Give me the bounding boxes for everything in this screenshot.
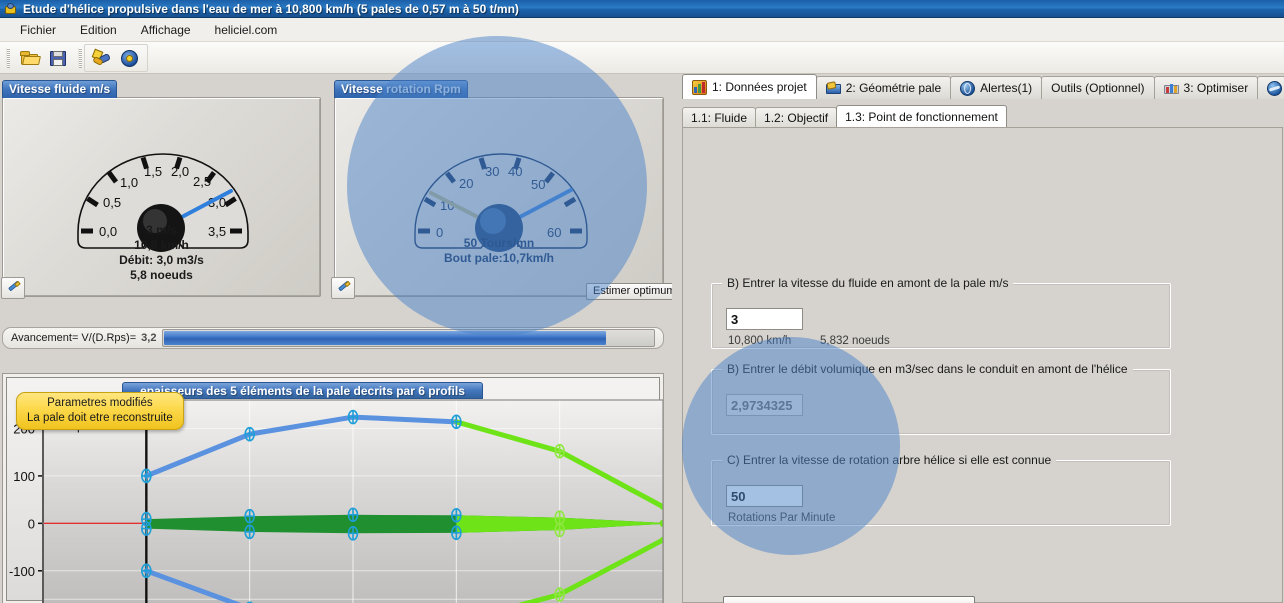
svg-text:1,0: 1,0 — [120, 175, 138, 190]
menu-item-heliciel-com[interactable]: heliciel.com — [203, 21, 290, 39]
title-bar: Etude d'hélice propulsive dans l'eau de … — [0, 0, 1284, 18]
right-panel: 1: Données projet 2: Géométrie pale Aler… — [672, 74, 1284, 603]
svg-text:40: 40 — [508, 164, 522, 179]
tab-outils[interactable]: Outils (Optionnel) — [1041, 76, 1155, 99]
svg-text:0,5: 0,5 — [103, 195, 121, 210]
subtab-objectif[interactable]: 1.2: Objectif — [755, 107, 838, 127]
folder-open-icon[interactable] — [17, 46, 43, 70]
advance-value: 3,2 — [141, 332, 157, 344]
fluid-speed-kmh-note: 10,800 km/h — [728, 335, 792, 347]
app-propeller-icon — [4, 2, 18, 16]
svg-text:20: 20 — [459, 176, 473, 191]
tab-outils-label: Outils (Optionnel) — [1051, 81, 1145, 95]
advance-ratio-bar: Avancement= V/(D.Rps)= 3,2 — [2, 327, 664, 349]
tab-prototype-3d[interactable]: Prototype 3D — [1257, 76, 1284, 99]
volumetric-flow-input[interactable] — [726, 394, 803, 416]
svg-text:1,5: 1,5 — [144, 164, 162, 179]
tab-donnees-projet[interactable]: 1: Données projet — [682, 74, 817, 99]
rotation-readout-rpm: 50 Tours/mn — [463, 236, 535, 250]
floppy-disk-icon[interactable] — [45, 46, 71, 70]
tab-content-panel: B) Entrer la vitesse du fluide en amont … — [682, 127, 1283, 603]
project-data-icon — [692, 79, 707, 95]
fluid-gauge-panel: 0,0 0,5 1,0 1,5 2,0 2,5 3,0 3,5 3 m/s 10… — [2, 97, 321, 297]
sub-tab-strip: 1.1: Fluide 1.2: Objectif 1.3: Point de … — [682, 105, 1007, 127]
alert-globe-icon — [960, 80, 976, 96]
prototype-3d-icon — [1267, 80, 1283, 96]
svg-text:50: 50 — [531, 177, 545, 192]
tooltip-line-1: Parametres modifiés — [47, 397, 153, 409]
tab-geometrie-pale-label: 2: Géométrie pale — [845, 81, 942, 95]
group-fluid-speed-title: B) Entrer la vitesse du fluide en amont … — [722, 276, 1014, 290]
fluid-gauge-edit-pencil-icon[interactable] — [1, 277, 25, 299]
svg-text:0: 0 — [28, 516, 35, 531]
menu-item-fichier[interactable]: Fichier — [8, 21, 68, 39]
subtab-point-de-fonctionnement[interactable]: 1.3: Point de fonctionnement — [836, 105, 1007, 127]
rotation-gauge-edit-pencil-icon[interactable] — [331, 277, 355, 299]
blade-rebuild-tooltip: Parametres modifiés La pale doit etre re… — [16, 392, 184, 430]
tab-optimiser-label: 3: Optimiser — [1183, 81, 1249, 95]
tab-optimiser[interactable]: 3: Optimiser — [1153, 76, 1259, 99]
rotation-caption-rest: rotation Rpm — [382, 82, 461, 96]
tab-alertes-label: Alertes(1) — [980, 81, 1033, 95]
advance-label: Avancement= V/(D.Rps)= — [11, 332, 137, 344]
tab-alertes[interactable]: Alertes(1) — [950, 76, 1043, 99]
tooltip-line-2: La pale doit etre reconstruite — [27, 412, 173, 424]
advance-progress-track — [162, 329, 655, 347]
estimate-optimum-button[interactable]: Estimer optimum — [586, 283, 683, 300]
fluid-readout-noeuds: 5,8 noeuds — [130, 268, 193, 282]
gear-target-icon[interactable] — [117, 46, 143, 70]
menu-bar: Fichier Edition Affichage heliciel.com — [0, 18, 1284, 42]
tab-geometrie-pale[interactable]: 2: Géométrie pale — [815, 76, 952, 99]
menu-item-edition[interactable]: Edition — [68, 21, 129, 39]
fluid-readout-kmh: 10,8 km/h — [134, 238, 189, 252]
reset-operating-point-button[interactable]: Rétablir point fonctionnement au point d… — [723, 596, 975, 603]
svg-text:30: 30 — [485, 164, 499, 179]
optimize-chart-icon — [1163, 81, 1179, 96]
svg-text:2,5: 2,5 — [193, 174, 211, 189]
main-tab-strip: 1: Données projet 2: Géométrie pale Aler… — [682, 74, 1284, 99]
propeller-star-icon[interactable] — [89, 46, 115, 70]
svg-text:2,0: 2,0 — [171, 164, 189, 179]
rotation-caption-strong: Vitesse — [341, 82, 383, 96]
tab-donnees-projet-label: 1: Données projet — [712, 80, 807, 94]
fluid-readout-debit: Débit: 3,0 m3/s — [119, 253, 204, 267]
fluid-speed-input[interactable] — [726, 308, 803, 330]
fluid-readout-ms: 3 m/s — [146, 223, 177, 237]
fluid-gauge-caption: Vitesse fluide m/s — [2, 80, 118, 98]
blade-geometry-icon — [825, 80, 841, 96]
rotation-speed-input[interactable] — [726, 485, 803, 507]
fluid-speed-knots-note: 5,832 noeuds — [820, 335, 890, 347]
rotation-speed-note: Rotations Par Minute — [728, 512, 836, 524]
svg-text:-100: -100 — [9, 564, 35, 579]
rotation-readout-tip: Bout pale:10,7km/h — [443, 251, 555, 265]
window-title: Etude d'hélice propulsive dans l'eau de … — [23, 1, 519, 16]
toolbar — [0, 42, 1284, 74]
advance-progress-fill — [164, 331, 606, 345]
toolbar-grip-2[interactable] — [78, 47, 82, 68]
group-volumetric-flow-title: B) Entrer le débit volumique en m3/sec d… — [722, 362, 1133, 376]
subtab-fluide[interactable]: 1.1: Fluide — [682, 107, 757, 127]
svg-text:100: 100 — [13, 469, 35, 484]
toolbar-grip[interactable] — [6, 47, 10, 68]
rotation-gauge-panel: 0 10 20 30 40 50 60 50 Tours/mn Bout pal… — [334, 97, 664, 297]
application-window: Etude d'hélice propulsive dans l'eau de … — [0, 0, 1284, 603]
menu-item-affichage[interactable]: Affichage — [129, 21, 203, 39]
rotation-gauge-caption: Vitesse rotation Rpm — [334, 80, 468, 98]
group-rotation-speed-title: C) Entrer la vitesse de rotation arbre h… — [722, 453, 1057, 467]
